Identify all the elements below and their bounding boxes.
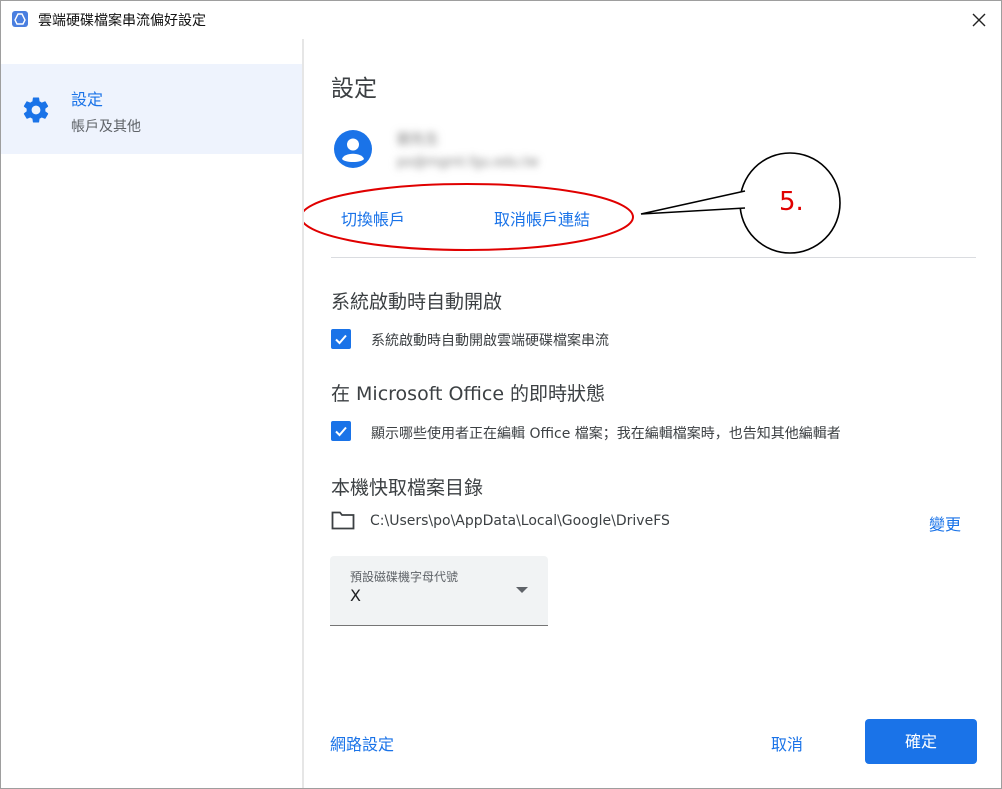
office-checkbox[interactable] — [331, 421, 351, 441]
ok-button[interactable]: 確定 — [865, 719, 977, 764]
disconnect-account-link[interactable]: 取消帳戶連結 — [494, 206, 590, 230]
window-title: 雲端硬碟檔案串流偏好設定 — [38, 13, 206, 29]
office-section-title: 在 Microsoft Office 的即時狀態 — [331, 383, 606, 405]
close-icon[interactable] — [966, 7, 992, 33]
cache-section-title: 本機快取檔案目錄 — [331, 477, 484, 499]
startup-checkbox-label: 系統啟動時自動開啟雲端硬碟檔案串流 — [371, 333, 609, 349]
drive-letter-value: X — [350, 586, 361, 605]
sidebar: 設定 帳戶及其他 — [1, 39, 304, 788]
drive-app-icon — [12, 11, 28, 27]
startup-checkbox[interactable] — [331, 329, 351, 349]
account-name: 劉先生 — [397, 132, 439, 148]
title-bar: 雲端硬碟檔案串流偏好設定 — [1, 1, 1001, 39]
account-email: po@mgmt.fgu.edu.tw — [397, 155, 539, 170]
folder-icon — [331, 510, 355, 530]
sidebar-item-label: 設定 — [71, 90, 104, 109]
drive-letter-select[interactable]: 預設磁碟機字母代號 X — [330, 556, 548, 626]
drive-letter-label: 預設磁碟機字母代號 — [350, 570, 459, 584]
divider — [331, 257, 976, 258]
preferences-window: 雲端硬碟檔案串流偏好設定 設定 帳戶及其他 設定 劉先生 po@mgmt.fgu — [0, 0, 1002, 789]
office-checkbox-label: 顯示哪些使用者正在編輯 Office 檔案；我在編輯檔案時，也告知其他編輯者 — [371, 426, 841, 442]
network-settings-link[interactable]: 網路設定 — [330, 731, 394, 755]
avatar — [334, 130, 372, 168]
change-folder-link[interactable]: 變更 — [929, 511, 961, 535]
sidebar-item-settings[interactable]: 設定 帳戶及其他 — [1, 64, 302, 154]
dropdown-arrow-icon — [516, 587, 528, 593]
gear-icon — [21, 95, 51, 125]
annotation-step-label: 5. — [779, 187, 804, 217]
sidebar-item-sublabel: 帳戶及其他 — [71, 119, 141, 135]
page-title: 設定 — [331, 76, 377, 102]
cancel-button[interactable]: 取消 — [771, 731, 803, 755]
settings-panel: 設定 劉先生 po@mgmt.fgu.edu.tw 切換帳戶 取消帳戶連結 5.… — [304, 39, 1001, 788]
switch-account-link[interactable]: 切換帳戶 — [341, 206, 405, 230]
cache-path: C:\Users\po\AppData\Local\Google\DriveFS — [370, 513, 670, 529]
startup-section-title: 系統啟動時自動開啟 — [331, 291, 503, 313]
